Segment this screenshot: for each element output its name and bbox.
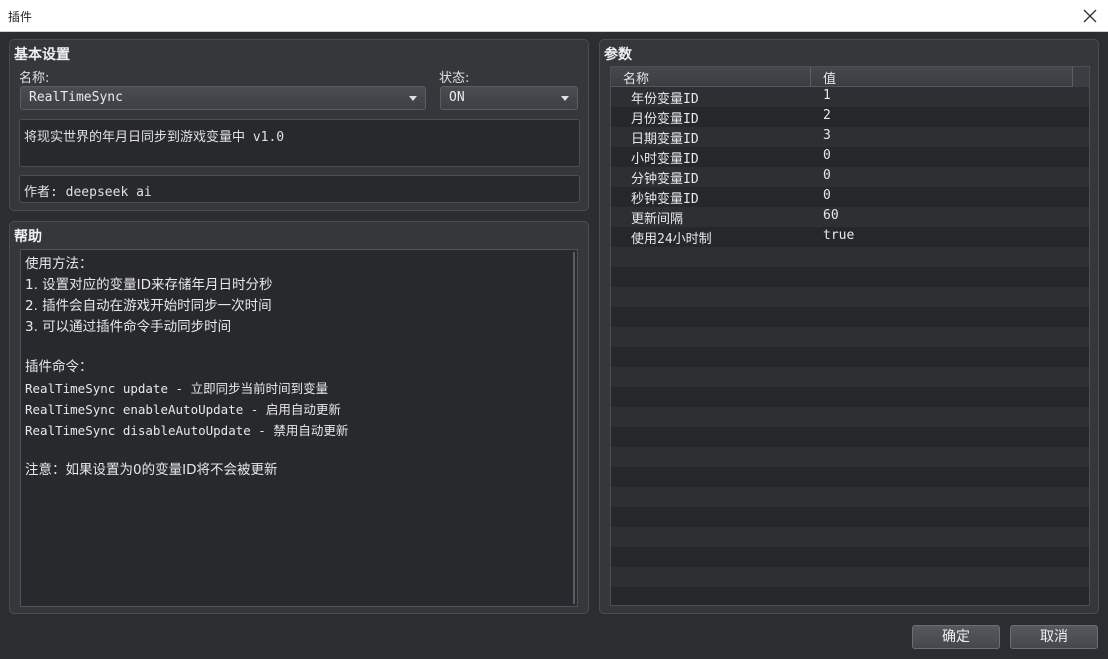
help-scrollbar[interactable] xyxy=(573,252,575,604)
cancel-button[interactable]: 取消 xyxy=(1010,625,1098,649)
table-row[interactable]: 日期变量ID 3 xyxy=(611,127,1089,147)
help-line: RealTimeSync update - 立即同步当前时间到变量 xyxy=(25,381,329,396)
param-name: 月份变量ID xyxy=(631,112,699,127)
plugin-name-select[interactable]: RealTimeSync xyxy=(20,86,426,110)
author-field[interactable]: 作者: deepseek ai xyxy=(19,175,580,203)
table-row[interactable]: 更新间隔 60 xyxy=(611,207,1089,227)
basic-settings-title: 基本设置 xyxy=(14,47,70,63)
title-bar: 插件 xyxy=(0,0,1108,32)
status-value: ON xyxy=(449,90,465,105)
empty-row xyxy=(611,487,1089,507)
ok-button[interactable]: 确定 xyxy=(912,625,1000,649)
params-table-header: 名称 值 xyxy=(611,67,1089,87)
column-divider xyxy=(810,67,811,87)
description-field[interactable]: 将现实世界的年月日同步到游戏变量中 v1.0 xyxy=(19,119,580,167)
plugin-name-value: RealTimeSync xyxy=(29,90,123,105)
help-line xyxy=(25,441,573,460)
help-line: 2. 插件会自动在游戏开始时同步一次时间 xyxy=(25,298,272,314)
params-title: 参数 xyxy=(604,47,632,63)
table-row[interactable]: 小时变量ID 0 xyxy=(611,147,1089,167)
empty-row xyxy=(611,387,1089,407)
param-name: 日期变量ID xyxy=(631,132,699,147)
help-text-area[interactable]: 使用方法： 1. 设置对应的变量ID来存储年月日时分秒 2. 插件会自动在游戏开… xyxy=(20,249,578,607)
empty-row xyxy=(611,447,1089,467)
help-line: RealTimeSync enableAutoUpdate - 启用自动更新 xyxy=(25,402,341,417)
close-icon[interactable] xyxy=(1078,4,1102,28)
table-row[interactable]: 使用24小时制 true xyxy=(611,227,1089,247)
param-value: 2 xyxy=(823,108,831,123)
help-line: 注意：如果设置为0的变量ID将不会被更新 xyxy=(25,462,278,478)
chevron-down-icon xyxy=(561,96,569,101)
param-value: 1 xyxy=(823,88,831,103)
params-group: 参数 名称 值 年份变量ID 1 月份变量ID 2 日期变量ID 3 小时变量ID 0 分钟变量… xyxy=(599,39,1099,614)
param-name: 分钟变量ID xyxy=(631,172,699,187)
empty-row xyxy=(611,307,1089,327)
param-name: 秒钟变量ID xyxy=(631,192,699,207)
empty-row xyxy=(611,527,1089,547)
empty-row xyxy=(611,287,1089,307)
table-row[interactable]: 年份变量ID 1 xyxy=(611,87,1089,107)
empty-row xyxy=(611,367,1089,387)
table-row[interactable]: 月份变量ID 2 xyxy=(611,107,1089,127)
column-header-value[interactable]: 值 xyxy=(823,68,836,87)
empty-row xyxy=(611,247,1089,267)
chevron-down-icon xyxy=(409,96,417,101)
help-line: RealTimeSync disableAutoUpdate - 禁用自动更新 xyxy=(25,423,349,438)
status-label: 状态: xyxy=(439,71,470,86)
help-title: 帮助 xyxy=(14,229,42,245)
param-name: 更新间隔 xyxy=(631,212,684,227)
header-corner xyxy=(1072,67,1089,87)
table-row[interactable]: 分钟变量ID 0 xyxy=(611,167,1089,187)
window-title: 插件 xyxy=(8,10,33,24)
help-line: 1. 设置对应的变量ID来存储年月日时分秒 xyxy=(25,277,273,293)
column-header-name[interactable]: 名称 xyxy=(623,68,649,87)
param-value: 0 xyxy=(823,188,831,203)
param-value: 3 xyxy=(823,128,831,143)
table-row[interactable]: 秒钟变量ID 0 xyxy=(611,187,1089,207)
empty-row xyxy=(611,347,1089,367)
param-value: true xyxy=(823,228,855,243)
param-value: 0 xyxy=(823,168,831,183)
param-name: 年份变量ID xyxy=(631,92,699,107)
help-line xyxy=(25,338,573,357)
empty-row xyxy=(611,507,1089,527)
empty-row xyxy=(611,327,1089,347)
param-name: 使用24小时制 xyxy=(631,232,712,247)
basic-settings-group: 基本设置 名称: 状态: RealTimeSync ON 将现实世界的年月日同步… xyxy=(9,39,589,211)
empty-row xyxy=(611,407,1089,427)
param-value: 0 xyxy=(823,148,831,163)
empty-row xyxy=(611,267,1089,287)
empty-row xyxy=(611,467,1089,487)
empty-row xyxy=(611,427,1089,447)
help-group: 帮助 使用方法： 1. 设置对应的变量ID来存储年月日时分秒 2. 插件会自动在… xyxy=(9,221,589,614)
params-table: 名称 值 年份变量ID 1 月份变量ID 2 日期变量ID 3 小时变量ID 0 分钟变量ID 0… xyxy=(610,66,1090,606)
empty-row xyxy=(611,547,1089,567)
empty-row xyxy=(611,567,1089,587)
status-select[interactable]: ON xyxy=(440,86,578,110)
empty-row xyxy=(611,587,1089,605)
param-value: 60 xyxy=(823,208,839,223)
help-line: 插件命令： xyxy=(25,359,93,375)
param-name: 小时变量ID xyxy=(631,152,699,167)
params-table-body: 年份变量ID 1 月份变量ID 2 日期变量ID 3 小时变量ID 0 分钟变量ID 0 秒钟变量I… xyxy=(611,87,1089,605)
name-label: 名称: xyxy=(19,71,50,86)
help-line: 使用方法： xyxy=(25,256,93,272)
help-line: 3. 可以通过插件命令手动同步时间 xyxy=(25,319,232,335)
